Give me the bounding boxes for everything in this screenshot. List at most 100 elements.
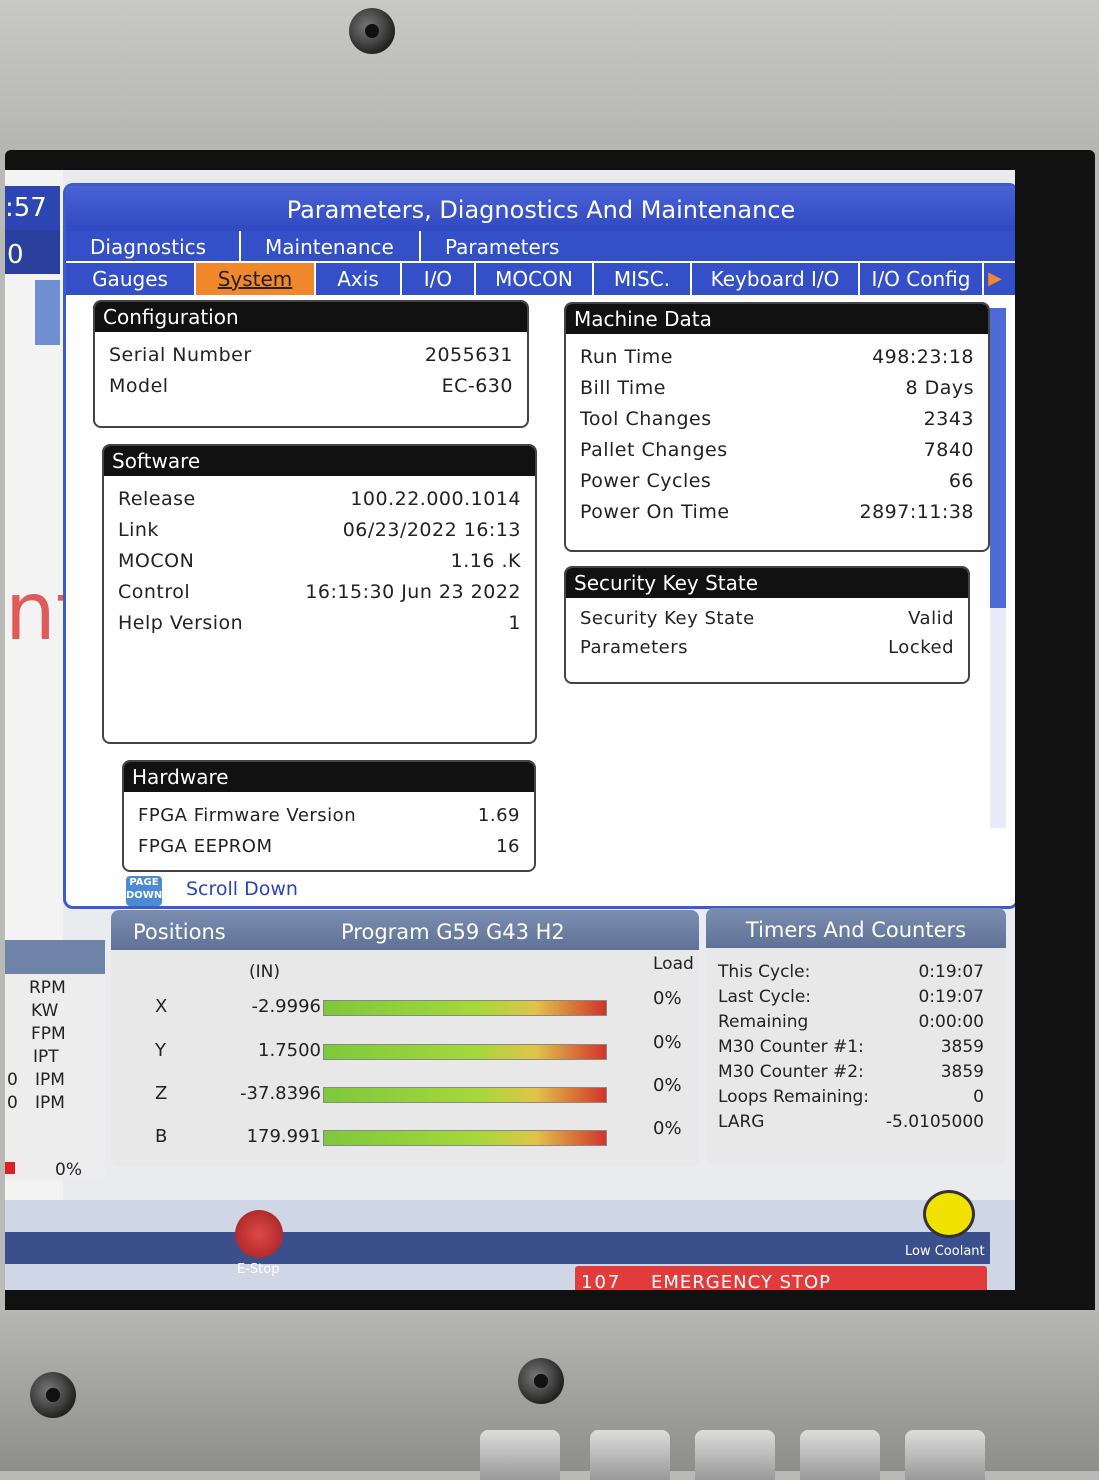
window-title: Parameters, Diagnostics And Maintenance: [66, 186, 1015, 231]
tab-diagnostics[interactable]: Diagnostics: [66, 231, 241, 261]
hardware-row: FPGA Firmware Version 1.69: [138, 805, 520, 826]
alarm-text: EMERGENCY STOP: [651, 1272, 831, 1290]
timer-row: LARG -5.0105000: [718, 1112, 984, 1132]
low-coolant-icon: [923, 1190, 975, 1238]
spindle-unit: RPM: [29, 978, 66, 998]
timers-header: Timers And Counters: [706, 908, 1006, 948]
top-tabs: Diagnostics Maintenance Parameters: [66, 231, 1015, 261]
software-row: MOCON 1.16 .K: [118, 550, 521, 572]
screw-icon: [30, 1372, 76, 1418]
sub-tabs: Gauges System Axis I/O MOCON MISC. Keybo…: [66, 261, 1015, 295]
spindle-header: [5, 940, 105, 974]
hardware-key[interactable]: [695, 1430, 775, 1480]
alarm-banner[interactable]: 107 EMERGENCY STOP: [575, 1266, 987, 1290]
tab-mocon[interactable]: MOCON: [476, 263, 594, 295]
axis-load: 0%: [653, 988, 682, 1009]
machine-data-row: Power On Time 2897:11:38: [580, 501, 974, 523]
axis-row-z: Z -37.8396 0%: [111, 1075, 699, 1113]
hardware-key[interactable]: [800, 1430, 880, 1480]
status-strip: [5, 1232, 990, 1264]
tab-gauges[interactable]: Gauges: [66, 263, 196, 295]
axis-label: B: [155, 1126, 168, 1147]
hardware-row: FPGA EEPROM 16: [138, 836, 520, 857]
spindle-unit: IPM: [35, 1093, 65, 1113]
machine-data-row: Power Cycles 66: [580, 470, 974, 492]
security-panel: Security Key State Security Key State Val…: [564, 566, 970, 684]
positions-unit: (IN): [249, 962, 280, 982]
timer-row: M30 Counter #1: 3859: [718, 1037, 984, 1057]
axis-load: 0%: [653, 1118, 682, 1139]
config-row: Serial Number 2055631: [109, 344, 513, 366]
configuration-header: Configuration: [95, 302, 527, 332]
spindle-load-bar: [5, 1162, 15, 1174]
axis-load-bar: [323, 1044, 607, 1060]
axis-load-bar: [323, 1130, 607, 1146]
timers-panel: Timers And Counters This Cycle: 0:19:07 L…: [706, 908, 1006, 1164]
hardware-key[interactable]: [590, 1430, 670, 1480]
screw-icon: [349, 8, 395, 54]
spindle-unit: IPM: [35, 1070, 65, 1090]
timer-row: This Cycle: 0:19:07: [718, 962, 984, 982]
timer-row: Remaining 0:00:00: [718, 1012, 984, 1032]
machine-data-panel: Machine Data Run Time 498:23:18 Bill Time…: [564, 302, 990, 552]
machine-data-row: Bill Time 8 Days: [580, 377, 974, 399]
axis-row-y: Y 1.7500 0%: [111, 1032, 699, 1070]
spindle-panel: RPM KW FPM IPT 0 IPM 0 IPM 0%: [5, 940, 105, 1180]
estop-icon: [235, 1210, 283, 1258]
page-down-key-icon[interactable]: PAGE DOWN: [126, 876, 162, 906]
screen: :57 0 nt Parameters, Diagnostics And Mai…: [5, 170, 1015, 1290]
tab-keyboard-io[interactable]: Keyboard I/O: [692, 263, 860, 295]
scroll-down-hint: Scroll Down: [186, 878, 298, 900]
software-row: Link 06/23/2022 16:13: [118, 519, 521, 541]
tab-maintenance[interactable]: Maintenance: [241, 231, 421, 261]
tab-io-config[interactable]: I/O Config: [860, 263, 984, 295]
config-row: Model EC-630: [109, 375, 513, 397]
axis-load: 0%: [653, 1075, 682, 1096]
axis-value: 1.7500: [258, 1040, 321, 1061]
hardware-key[interactable]: [480, 1430, 560, 1480]
machine-data-row: Pallet Changes 7840: [580, 439, 974, 461]
tab-axis[interactable]: Axis: [316, 263, 402, 295]
positions-title: Positions: [133, 920, 226, 944]
software-row: Control 16:15:30 Jun 23 2022: [118, 581, 521, 603]
scrollbar-thumb[interactable]: [990, 308, 1006, 608]
tab-parameters[interactable]: Parameters: [421, 231, 599, 261]
settings-window: Parameters, Diagnostics And Maintenance …: [63, 183, 1015, 909]
left-value: 0: [7, 240, 24, 270]
axis-row-x: X -2.9996 0%: [111, 988, 699, 1026]
program-label: Program G59 G43 H2: [341, 920, 565, 944]
axis-load-bar: [323, 1087, 607, 1103]
axis-value: -37.8396: [240, 1083, 321, 1104]
spindle-unit: IPT: [33, 1047, 59, 1067]
spindle-load: 0%: [55, 1160, 82, 1180]
hardware-header: Hardware: [124, 762, 534, 792]
hardware-key[interactable]: [905, 1430, 985, 1480]
machine-data-row: Tool Changes 2343: [580, 408, 974, 430]
spindle-prefix: 0: [7, 1070, 18, 1090]
bezel-top: [0, 0, 1099, 160]
machine-data-header: Machine Data: [566, 304, 988, 334]
hardware-panel: Hardware FPGA Firmware Version 1.69 FPGA …: [122, 760, 536, 872]
timer-row: Last Cycle: 0:19:07: [718, 987, 984, 1007]
software-row: Release 100.22.000.1014: [118, 488, 521, 510]
software-panel: Software Release 100.22.000.1014 Link 06/2…: [102, 444, 537, 744]
tab-io[interactable]: I/O: [402, 263, 476, 295]
axis-value: 179.991: [246, 1126, 321, 1147]
spindle-prefix: 0: [7, 1093, 18, 1113]
security-row: Security Key State Valid: [580, 608, 954, 629]
spindle-unit: FPM: [31, 1024, 66, 1044]
machine-data-row: Run Time 498:23:18: [580, 346, 974, 368]
axis-label: Z: [155, 1083, 168, 1104]
configuration-panel: Configuration Serial Number 2055631 Model…: [93, 300, 529, 428]
axis-load-bar: [323, 1000, 607, 1016]
clock-readout: :57: [5, 186, 60, 230]
positions-header: Positions Program G59 G43 H2: [111, 910, 699, 950]
axis-label: Y: [155, 1040, 166, 1061]
axis-load: 0%: [653, 1032, 682, 1053]
tab-scroll-right-icon[interactable]: ▶: [984, 263, 1006, 295]
spindle-unit: KW: [31, 1001, 59, 1021]
axis-value: -2.9996: [251, 996, 321, 1017]
tab-misc[interactable]: MISC.: [594, 263, 692, 295]
tab-system[interactable]: System: [196, 263, 316, 295]
security-row: Parameters Locked: [580, 637, 954, 658]
